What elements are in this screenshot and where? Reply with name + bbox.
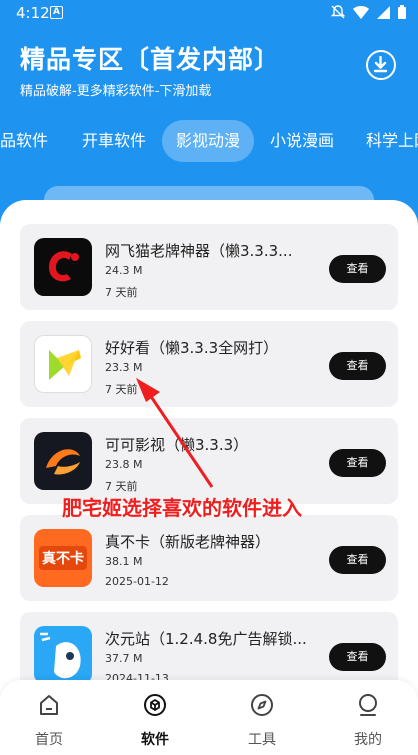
nav-home[interactable]: 首页 xyxy=(9,680,89,755)
nav-profile[interactable]: 我的 xyxy=(328,680,408,755)
nav-label: 工具 xyxy=(248,732,276,748)
bottom-nav: 首页 软件 工具 我的 xyxy=(0,680,418,755)
annotation-caption: 肥宅姬选择喜欢的软件进入 xyxy=(62,496,302,520)
nav-label: 软件 xyxy=(141,732,169,748)
nav-tools[interactable]: 工具 xyxy=(222,680,302,755)
cube-icon xyxy=(144,694,166,716)
annotation-arrow xyxy=(136,378,214,488)
nav-label: 我的 xyxy=(354,732,382,748)
compass-icon xyxy=(251,694,273,716)
nav-software[interactable]: 软件 xyxy=(115,680,195,755)
profile-icon xyxy=(359,694,377,716)
nav-label: 首页 xyxy=(35,732,63,748)
home-icon xyxy=(40,695,58,715)
